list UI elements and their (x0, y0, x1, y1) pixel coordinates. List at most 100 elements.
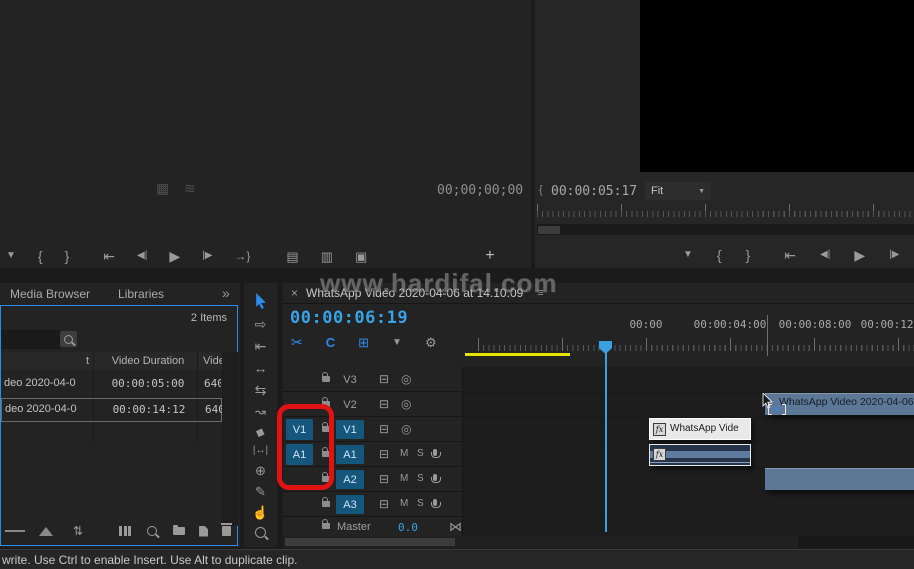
overwrite-button[interactable]: ▥ (321, 250, 333, 263)
razor-tool-icon[interactable]: ◆ (254, 424, 267, 440)
remix-tool-icon[interactable]: ↝ (255, 405, 266, 418)
voiceover-record-icon[interactable] (430, 449, 441, 458)
track-select-forward-tool-icon[interactable]: ⇨ (255, 317, 267, 331)
ripple-edit-tool-icon[interactable]: ⇤ (255, 339, 267, 353)
mute-button[interactable]: M (400, 499, 408, 509)
tab-media-browser[interactable]: Media Browser (10, 287, 90, 301)
pen-tool-icon[interactable]: ✎ (255, 485, 266, 498)
timeline-ruler[interactable]: 00:00 00:00:04:00 00:00:08:00 00:00:12:0… (462, 303, 914, 356)
lock-icon[interactable] (322, 372, 330, 382)
mute-button[interactable]: M (400, 474, 408, 484)
play-button[interactable]: ▶ (169, 249, 180, 263)
export-frame-button[interactable]: ▣ (355, 250, 367, 263)
step-forward-button[interactable]: |▶ (889, 250, 899, 260)
zoom-level-select[interactable]: Fit ▼ (645, 182, 711, 200)
delete-icon[interactable] (221, 523, 233, 536)
program-timecode[interactable]: 00:00:05:17 (551, 184, 637, 199)
timeline-settings-icon[interactable]: ⚙ (425, 335, 437, 351)
eye-icon[interactable]: ◎ (401, 398, 411, 410)
thumbnail-zoom-slider[interactable] (5, 530, 25, 532)
add-marker-button[interactable]: ▼ (6, 251, 16, 261)
mark-out-button[interactable]: } (746, 248, 751, 262)
add-marker-button[interactable]: ▼ (683, 250, 693, 260)
button-editor-add-button[interactable]: + (485, 248, 494, 264)
eye-icon[interactable]: ◎ (401, 373, 411, 385)
nest-toggle-icon[interactable]: ✂ (291, 334, 303, 351)
timeline-scrollbar-thumb[interactable] (285, 538, 455, 546)
go-to-out-button[interactable]: →} (234, 250, 250, 262)
voiceover-record-icon[interactable] (430, 499, 441, 508)
slip-tool-icon[interactable]: |↔| (253, 446, 268, 456)
step-back-button[interactable]: ◀| (820, 250, 830, 260)
snap-icon[interactable]: C (326, 335, 335, 350)
timeline-clip-v1-selected[interactable]: fx WhatsApp Vide (649, 418, 751, 440)
play-button[interactable]: ▶ (854, 248, 865, 262)
tab-overflow-icon[interactable]: » (222, 285, 230, 301)
track-label-v2[interactable]: V2 (336, 395, 364, 414)
program-scrollbar-thumb[interactable] (538, 226, 560, 234)
lock-icon[interactable] (322, 519, 330, 529)
master-level-value[interactable]: 0.0 (398, 521, 418, 534)
slide-tool-icon[interactable]: ⊕ (255, 464, 266, 477)
new-bin-icon[interactable] (173, 525, 186, 535)
track-label-a3[interactable]: A3 (336, 495, 364, 514)
thumbnail-size-icon[interactable] (39, 526, 53, 536)
find-icon[interactable] (147, 526, 158, 536)
selection-tool-icon[interactable] (254, 293, 268, 309)
drag-audio-only-icon[interactable]: ≋ (184, 181, 196, 195)
solo-button[interactable]: S (417, 474, 424, 484)
table-row[interactable]: deo 2020-04-0 00:00:05:00 640 (1, 372, 222, 396)
column-divider[interactable] (93, 352, 94, 442)
program-scrollbar-track[interactable] (537, 224, 914, 235)
linked-selection-icon[interactable]: ⊞ (358, 335, 369, 351)
lock-icon[interactable] (322, 497, 330, 507)
zoom-tool-icon[interactable] (255, 527, 266, 538)
new-item-icon[interactable] (199, 525, 209, 537)
column-divider[interactable] (197, 352, 198, 442)
step-forward-button[interactable]: |▶ (202, 251, 212, 261)
solo-button[interactable]: S (417, 499, 424, 509)
track-output-icon[interactable]: ⊟ (379, 473, 389, 485)
sort-icon[interactable]: ⇅ (73, 525, 83, 537)
timeline-clip-a1-selected[interactable]: fx (649, 444, 751, 466)
solo-button[interactable]: S (417, 449, 424, 459)
track-label-v1[interactable]: V1 (336, 420, 364, 439)
rolling-edit-tool-icon[interactable]: ↔ (254, 361, 268, 375)
add-marker-icon[interactable]: ▼ (392, 337, 402, 348)
tab-libraries[interactable]: Libraries (118, 287, 164, 301)
eye-icon[interactable]: ◎ (401, 423, 411, 435)
track-output-icon[interactable]: ⊟ (379, 398, 389, 410)
track-label-v3[interactable]: V3 (336, 370, 364, 389)
go-to-in-button[interactable]: ⇤ (103, 249, 115, 263)
timeline-clip-a2[interactable] (765, 468, 914, 490)
timeline-clip-v2[interactable]: WhatsApp Video 2020-04-06 at 14.10.09.mp… (765, 393, 914, 415)
insert-button[interactable]: ▤ (286, 250, 298, 263)
mark-out-button[interactable]: } (65, 249, 70, 263)
track-output-icon[interactable]: ⊟ (379, 423, 389, 435)
track-output-icon[interactable]: ⊟ (379, 448, 389, 460)
column-header-framerate[interactable]: t (75, 355, 89, 367)
column-header-video-duration[interactable]: Video Duration (101, 355, 195, 367)
track-output-icon[interactable]: ⊟ (379, 498, 389, 510)
track-output-icon[interactable]: ⊟ (379, 373, 389, 385)
search-input[interactable] (1, 330, 61, 349)
mark-in-button[interactable]: { (717, 248, 722, 262)
timeline-playhead-timecode[interactable]: 00:00:06:19 (290, 308, 408, 328)
drag-video-only-icon[interactable]: ▦ (156, 181, 169, 195)
track-label-a2[interactable]: A2 (336, 470, 364, 489)
rate-stretch-tool-icon[interactable]: ⇆ (255, 383, 267, 397)
close-icon[interactable]: × (291, 286, 298, 300)
voiceover-record-icon[interactable] (430, 474, 441, 483)
timeline-scrollbar-track[interactable] (283, 536, 914, 548)
step-back-button[interactable]: ◀| (137, 251, 147, 261)
fit-sequence-icon[interactable]: ⋈ (449, 520, 462, 533)
program-mini-ruler[interactable] (537, 211, 914, 217)
table-row-selected[interactable]: deo 2020-04-0 00:00:14:12 640 (1, 398, 222, 422)
search-button[interactable] (60, 331, 77, 347)
project-scrollbar[interactable] (222, 352, 238, 526)
go-to-in-button[interactable]: ⇤ (784, 248, 796, 262)
hand-tool-icon[interactable]: ☝ (252, 506, 268, 519)
mark-in-button[interactable]: { (38, 249, 43, 263)
automate-to-sequence-icon[interactable] (119, 526, 132, 536)
mute-button[interactable]: M (400, 449, 408, 459)
